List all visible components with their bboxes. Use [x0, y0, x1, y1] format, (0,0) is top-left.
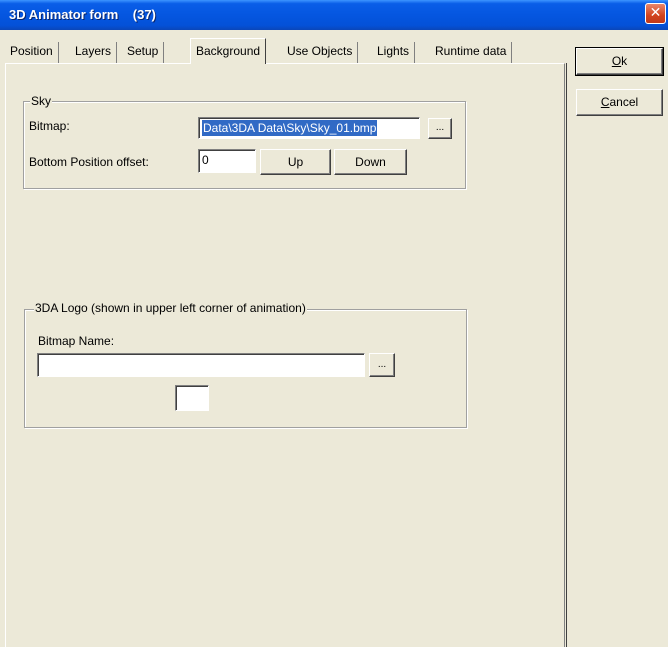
cancel-button[interactable]: Cancel — [576, 89, 663, 116]
logo-bitmap-browse-button[interactable]: ... — [369, 353, 395, 377]
tab-runtime-data[interactable]: Runtime data — [430, 42, 513, 63]
tab-use-objects[interactable]: Use Objects — [282, 42, 359, 63]
logo-bitmap-name-label: Bitmap Name: — [38, 334, 115, 348]
down-button[interactable]: Down — [334, 149, 407, 175]
sky-bitmap-label: Bitmap: — [29, 119, 70, 133]
bottom-offset-input[interactable]: 0 — [198, 149, 256, 173]
panel-divider — [566, 63, 567, 647]
sky-group-title: Sky — [30, 94, 53, 108]
close-button[interactable]: ✕ — [645, 3, 666, 24]
bottom-offset-label: Bottom Position offset: — [29, 155, 149, 169]
up-button[interactable]: Up — [260, 149, 331, 175]
close-icon: ✕ — [649, 5, 662, 21]
tab-lights[interactable]: Lights — [372, 42, 416, 63]
window-title: 3D Animator form (37) — [9, 7, 156, 22]
tab-setup[interactable]: Setup — [122, 42, 165, 63]
sky-groupbox — [23, 101, 466, 189]
tab-position[interactable]: Position — [5, 42, 59, 63]
logo-bitmap-name-input[interactable] — [37, 353, 365, 377]
tab-background[interactable]: Background — [190, 38, 267, 64]
sky-bitmap-browse-button[interactable]: ... — [428, 118, 452, 139]
title-bar: 3D Animator form (37) ✕ — [0, 0, 668, 30]
sky-bitmap-field[interactable]: Data\3DA Data\Sky\Sky_01.bmp — [198, 117, 420, 139]
logo-preview-box — [175, 385, 209, 411]
ok-button[interactable]: Ok — [575, 47, 664, 76]
logo-group-title: 3DA Logo (shown in upper left corner of … — [34, 301, 307, 315]
tab-layers[interactable]: Layers — [70, 42, 118, 63]
